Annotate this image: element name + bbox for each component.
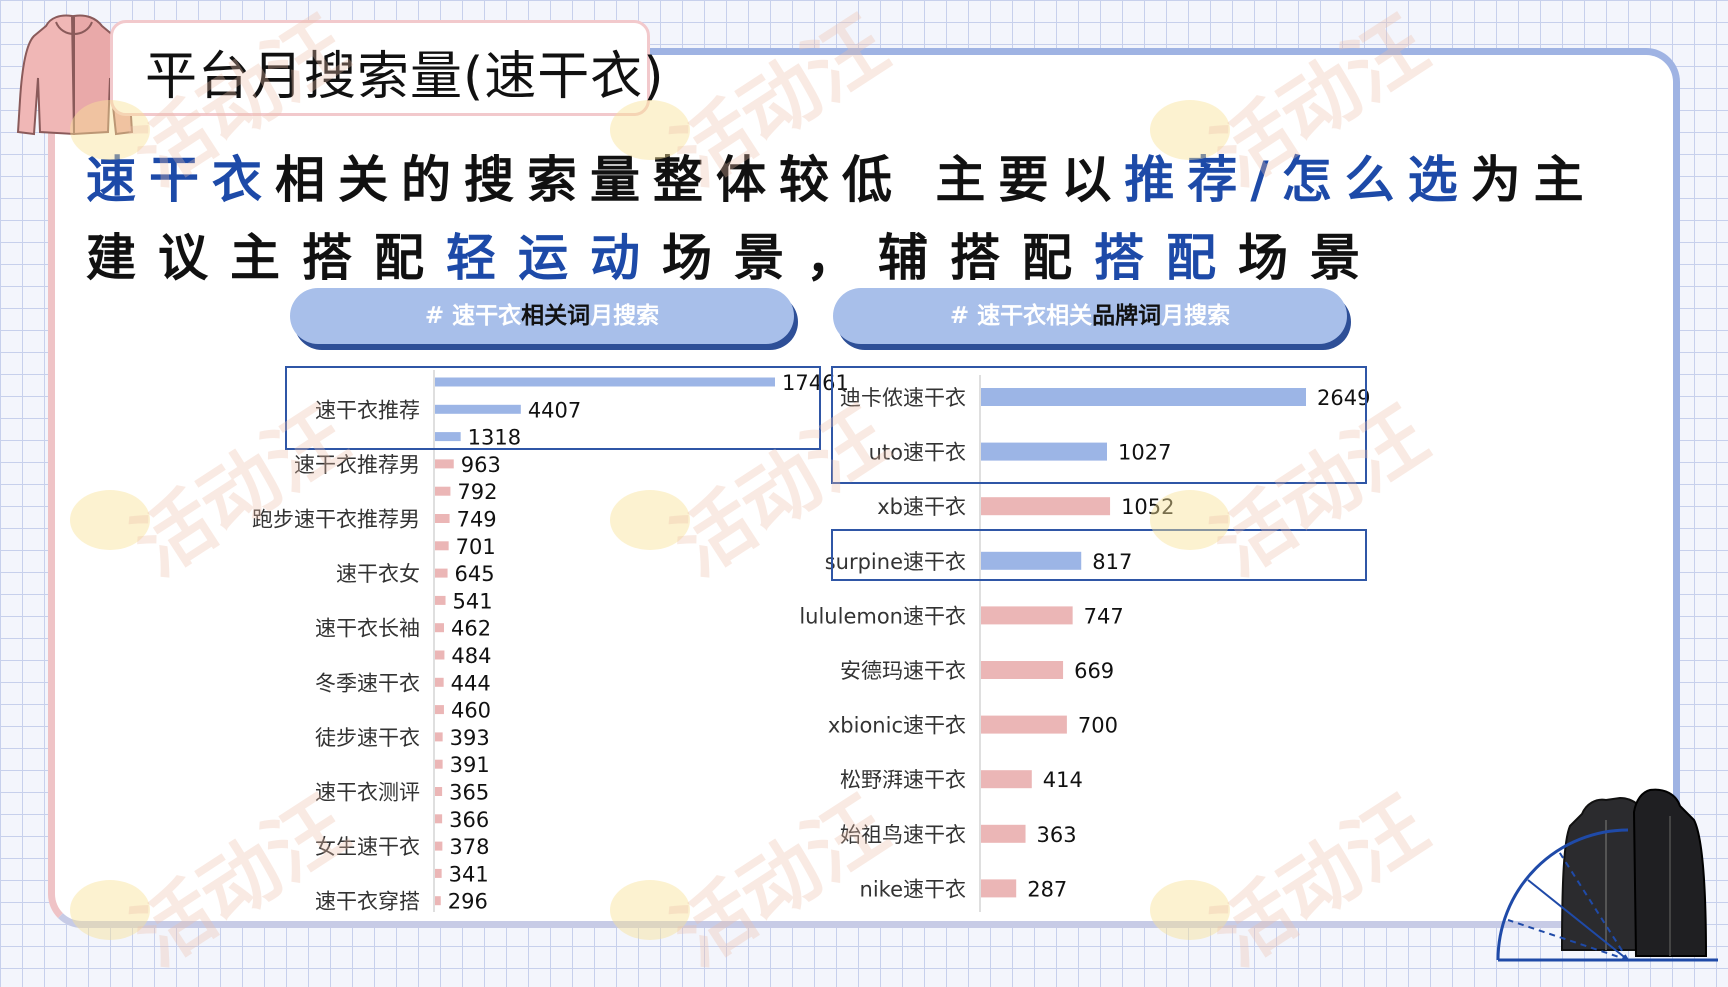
bar — [435, 787, 443, 796]
category-label: lululemon速干衣 — [799, 604, 966, 628]
category-label: xb速干衣 — [877, 495, 966, 519]
bar — [435, 432, 461, 442]
category-label: xbionic速干衣 — [828, 714, 966, 738]
data-label: 541 — [453, 589, 493, 613]
bar — [435, 377, 775, 387]
category-label: 徒步速干衣 — [315, 726, 420, 750]
bar — [435, 514, 450, 523]
data-label: 366 — [449, 808, 489, 832]
watermark-mascot-icon — [1150, 490, 1230, 550]
watermark-mascot-icon — [70, 880, 150, 940]
data-label: 484 — [451, 644, 491, 668]
bar — [435, 868, 442, 878]
data-label: 669 — [1074, 659, 1114, 683]
watermark-mascot-icon — [1150, 100, 1230, 160]
data-label: 365 — [449, 781, 489, 805]
bar — [435, 459, 454, 469]
data-label: 17461 — [782, 371, 849, 395]
data-label: 414 — [1043, 768, 1083, 792]
bar — [981, 497, 1111, 516]
category-label: 迪卡侬速干衣 — [840, 386, 966, 410]
data-label: 817 — [1092, 550, 1132, 574]
watermark-mascot-icon — [1150, 880, 1230, 940]
category-label: 女生速干衣 — [315, 835, 420, 859]
bar — [981, 661, 1064, 679]
watermark-mascot-icon — [70, 490, 150, 550]
bar — [435, 896, 441, 906]
bar — [435, 677, 444, 687]
bar — [435, 650, 445, 660]
bar — [435, 486, 451, 496]
category-label: 始祖鸟速干衣 — [840, 823, 966, 847]
data-label: 1027 — [1118, 441, 1171, 465]
bar — [435, 568, 448, 578]
data-label: 2649 — [1317, 386, 1370, 410]
highlight-box — [831, 366, 1367, 484]
category-label: 速干衣长袖 — [315, 617, 420, 641]
data-label: 363 — [1037, 823, 1077, 847]
bar — [981, 824, 1026, 843]
bar — [435, 404, 521, 414]
bar — [435, 705, 444, 715]
bar — [981, 388, 1306, 406]
data-label: 378 — [449, 835, 489, 859]
bar — [435, 732, 443, 742]
category-label: nike速干衣 — [860, 877, 966, 901]
category-label: 跑步速干衣推荐男 — [252, 508, 420, 532]
data-label: 1318 — [468, 426, 521, 450]
data-label: 701 — [456, 535, 496, 559]
bar-charts: 17461 4407 1318 963 792 749 701 645 541 462 484 444… — [252, 366, 1370, 914]
data-label: 296 — [448, 890, 488, 914]
bar — [435, 759, 443, 769]
category-label: 速干衣测评 — [315, 781, 420, 805]
bar — [435, 541, 449, 551]
bar — [435, 814, 443, 824]
category-label: 冬季速干衣 — [315, 671, 420, 695]
bar — [981, 606, 1073, 625]
category-label: 松野湃速干衣 — [840, 768, 966, 792]
data-label: 444 — [451, 671, 491, 695]
category-label: 速干衣推荐男 — [294, 453, 420, 477]
data-label: 341 — [449, 862, 489, 886]
data-label: 700 — [1078, 714, 1118, 738]
category-label: 安德玛速干衣 — [840, 659, 966, 683]
data-label: 287 — [1027, 877, 1067, 901]
bar — [435, 595, 446, 605]
data-label: 645 — [455, 562, 495, 586]
category-label: uto速干衣 — [869, 441, 966, 465]
watermark-mascot-icon — [610, 490, 690, 550]
data-label: 460 — [451, 699, 491, 723]
data-label: 749 — [457, 508, 497, 532]
bar — [981, 770, 1032, 789]
bar — [981, 879, 1017, 898]
data-label: 391 — [450, 753, 490, 777]
data-label: 4407 — [528, 398, 581, 422]
category-label: 速干衣女 — [336, 562, 420, 586]
bar — [435, 841, 443, 851]
watermark-mascot-icon — [70, 100, 150, 160]
watermark-mascot-icon — [610, 100, 690, 160]
category-label: 速干衣推荐 — [315, 398, 420, 422]
watermark-mascot-icon — [610, 880, 690, 940]
bar — [435, 623, 444, 633]
category-label: 速干衣穿搭 — [315, 890, 420, 914]
data-label: 747 — [1084, 604, 1124, 628]
data-label: 393 — [450, 726, 490, 750]
data-label: 963 — [461, 453, 501, 477]
bar — [981, 551, 1082, 570]
bar — [981, 442, 1108, 461]
data-label: 792 — [457, 480, 497, 504]
bar — [981, 715, 1067, 734]
data-label: 462 — [451, 617, 491, 641]
category-label: surpine速干衣 — [825, 550, 966, 574]
